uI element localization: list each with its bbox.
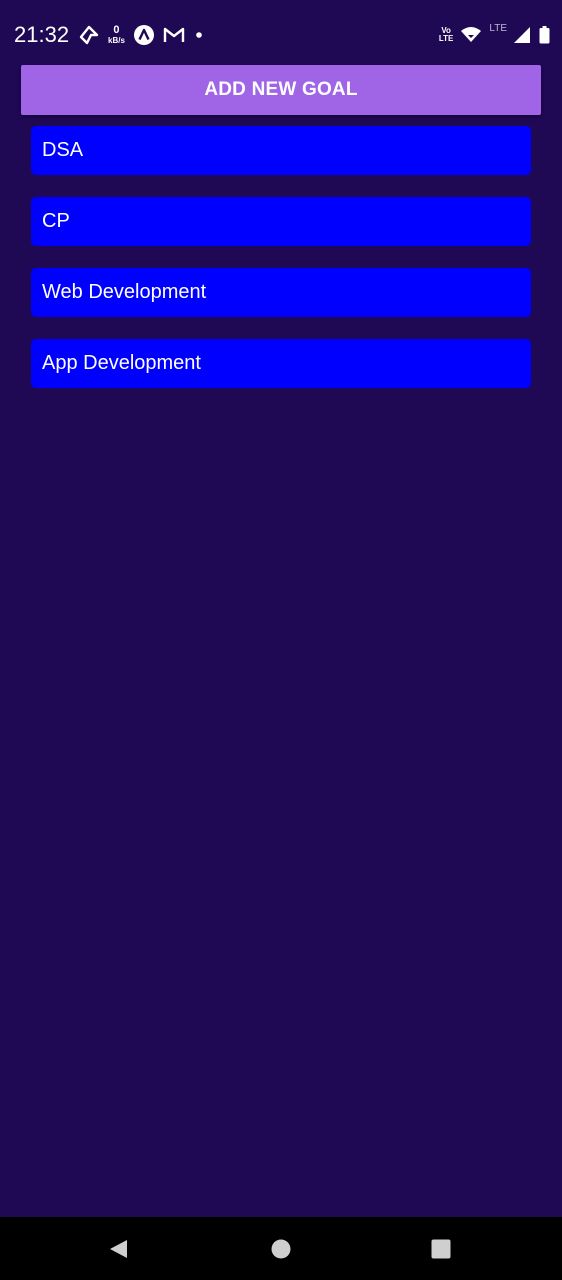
goal-label: DSA	[42, 139, 84, 161]
status-bar: 21:32 0 kB/s Vo LTE LTE	[0, 0, 562, 66]
goal-label: Web Development	[42, 281, 207, 303]
volte-bottom: LTE	[438, 34, 454, 43]
lte-label: LTE	[489, 23, 507, 34]
signal-icon	[513, 26, 531, 44]
goal-item[interactable]: Web Development	[31, 268, 531, 317]
dot-icon	[193, 29, 205, 41]
goal-item[interactable]: DSA	[31, 126, 531, 175]
wifi-icon	[461, 26, 482, 44]
home-icon	[271, 1239, 291, 1259]
battery-icon	[539, 26, 550, 44]
goal-item[interactable]: App Development	[31, 339, 531, 388]
navigation-bar	[0, 1217, 562, 1280]
gmail-icon	[163, 26, 185, 44]
status-right-icons: Vo LTE LTE	[431, 22, 550, 48]
recent-apps-button[interactable]	[429, 1237, 453, 1261]
speed-value: 0	[113, 24, 120, 36]
navigation-icon	[78, 24, 100, 46]
recent-apps-icon	[431, 1239, 451, 1259]
speed-unit: kB/s	[108, 36, 125, 45]
volte-icon: Vo LTE	[439, 27, 454, 43]
goal-item[interactable]: CP	[31, 197, 531, 246]
add-new-goal-button[interactable]: ADD NEW GOAL	[21, 65, 541, 115]
app-logo-icon	[133, 24, 155, 46]
back-button[interactable]	[106, 1237, 130, 1261]
back-icon	[110, 1240, 127, 1258]
goal-label: CP	[42, 210, 70, 232]
goal-list: DSA CP Web Development App Development	[31, 126, 531, 410]
speed-indicator: 0 kB/s	[108, 24, 125, 46]
goal-label: App Development	[42, 352, 201, 374]
status-left-icons: 0 kB/s	[78, 22, 213, 48]
status-time: 21:32	[14, 22, 70, 47]
home-button[interactable]	[269, 1237, 293, 1261]
